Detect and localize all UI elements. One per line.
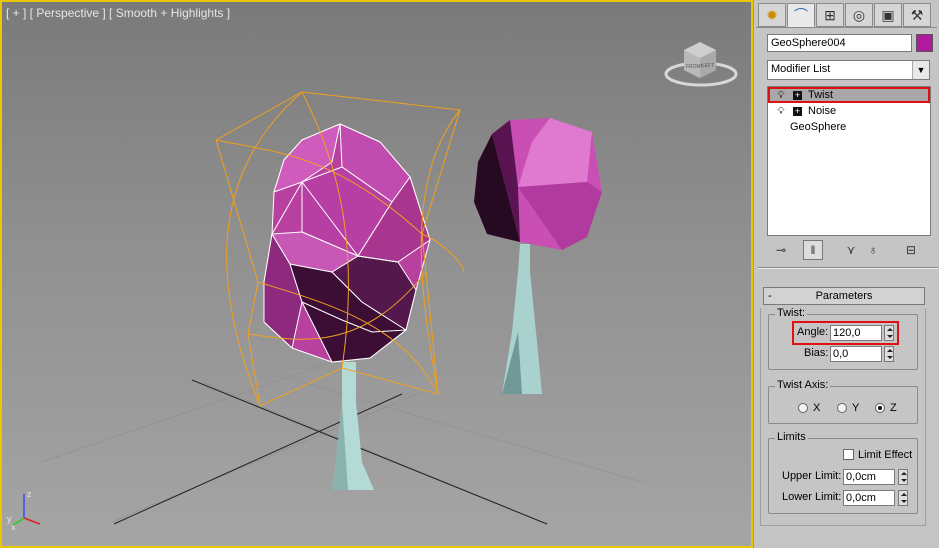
lightbulb-icon[interactable]: 💡︎ (776, 106, 786, 117)
panel-separator (758, 267, 938, 269)
axis-y-label: Y (852, 402, 860, 414)
motion-icon: ◎ (852, 6, 866, 23)
stack-item-label: Noise (808, 105, 837, 117)
configure-sets-icon[interactable]: ⊟ (901, 240, 921, 260)
stack-item-twist[interactable]: 💡︎ + Twist (768, 87, 930, 103)
modifier-stack[interactable]: 💡︎ + Twist 💡︎ + Noise GeoSphere (767, 86, 931, 236)
collapse-icon: - (768, 290, 772, 302)
utilities-tab[interactable]: ⚒ (903, 3, 931, 27)
stack-item-label: GeoSphere (790, 121, 847, 133)
axis-z-label: Z (890, 402, 897, 414)
command-panel-tabs: ✹ ⌒ ⊞ ◎ ▣ ⚒ (758, 3, 932, 27)
show-end-result-icon[interactable]: ‖ (803, 240, 823, 260)
create-tab[interactable]: ✹ (758, 3, 786, 27)
motion-tab[interactable]: ◎ (845, 3, 873, 27)
axis-z-label: z (27, 489, 32, 499)
axis-x-radio[interactable] (798, 403, 808, 413)
lower-limit-label: Lower Limit: (782, 491, 842, 503)
grid-main-axes (113, 379, 548, 525)
display-tab[interactable]: ▣ (874, 3, 902, 27)
lower-limit-input[interactable] (843, 490, 895, 506)
stack-item-label: Twist (808, 89, 834, 101)
modify-icon: ⌒ (794, 7, 808, 23)
viewcube-front: FRONT (686, 64, 703, 70)
axis-z-radio[interactable] (875, 403, 885, 413)
hierarchy-icon: ⊞ (824, 6, 836, 23)
perspective-viewport[interactable]: [ + ] [ Perspective ] [ Smooth + Highlig… (0, 0, 753, 548)
angle-highlight (792, 321, 899, 345)
axis-tripod: z y x (7, 489, 41, 532)
upper-limit-label: Upper Limit: (782, 470, 842, 482)
command-panel: ✹ ⌒ ⊞ ◎ ▣ ⚒ Modifier List ▼ 💡︎ + Twist 💡… (753, 0, 939, 548)
lower-limit-spinner[interactable] (898, 490, 908, 506)
twist-group-label: Twist: (775, 307, 808, 319)
modifier-list-label: Modifier List (771, 63, 831, 75)
axis-y-radio[interactable] (837, 403, 847, 413)
stack-item-geosphere[interactable]: GeoSphere (768, 119, 930, 135)
viewcube-left: LEFT (702, 63, 714, 69)
limit-effect-checkbox[interactable] (843, 449, 854, 460)
chevron-down-icon: ▼ (912, 61, 929, 79)
modifier-list-dropdown[interactable]: Modifier List ▼ (767, 60, 930, 80)
make-unique-icon[interactable]: ⋎ (841, 240, 861, 260)
bias-input[interactable] (830, 346, 882, 362)
lightbulb-icon[interactable]: 💡︎ (776, 90, 786, 101)
right-tree (474, 118, 602, 394)
tab-divider (756, 27, 937, 28)
left-tree-trunk (332, 362, 374, 490)
rollout-title: Parameters (815, 290, 873, 302)
axis-x-label: X (813, 402, 821, 414)
parameters-rollout-header[interactable]: - Parameters (763, 287, 925, 305)
stack-item-noise[interactable]: 💡︎ + Noise (768, 103, 930, 119)
display-icon: ▣ (881, 6, 895, 23)
pin-stack-icon[interactable]: ⊸ (771, 240, 791, 260)
twist-axis-label: Twist Axis: (775, 379, 831, 391)
create-icon: ✹ (766, 6, 778, 23)
utilities-icon: ⚒ (910, 6, 924, 23)
bias-spinner[interactable] (884, 346, 894, 362)
limit-effect-label: Limit Effect (858, 449, 913, 461)
stack-toolbar: ⊸ ‖ ⋎ ♁ ⊟ (767, 240, 931, 260)
remove-modifier-icon[interactable]: ♁ (863, 240, 883, 260)
limits-label: Limits (775, 431, 808, 443)
object-color-swatch[interactable] (916, 34, 933, 52)
viewcube[interactable]: FRONT LEFT (664, 36, 738, 90)
upper-limit-input[interactable] (843, 469, 895, 485)
upper-limit-spinner[interactable] (898, 469, 908, 485)
axis-x-label: x (11, 522, 16, 532)
hierarchy-tab[interactable]: ⊞ (816, 3, 844, 27)
expand-plus-icon[interactable]: + (793, 90, 802, 100)
object-name-input[interactable] (767, 34, 912, 52)
modify-tab[interactable]: ⌒ (787, 3, 815, 27)
viewport-label[interactable]: [ + ] [ Perspective ] [ Smooth + Highlig… (6, 6, 230, 20)
expand-plus-icon[interactable]: + (793, 106, 802, 116)
scene-canvas[interactable] (2, 2, 751, 546)
bias-label: Bias: (804, 347, 829, 359)
